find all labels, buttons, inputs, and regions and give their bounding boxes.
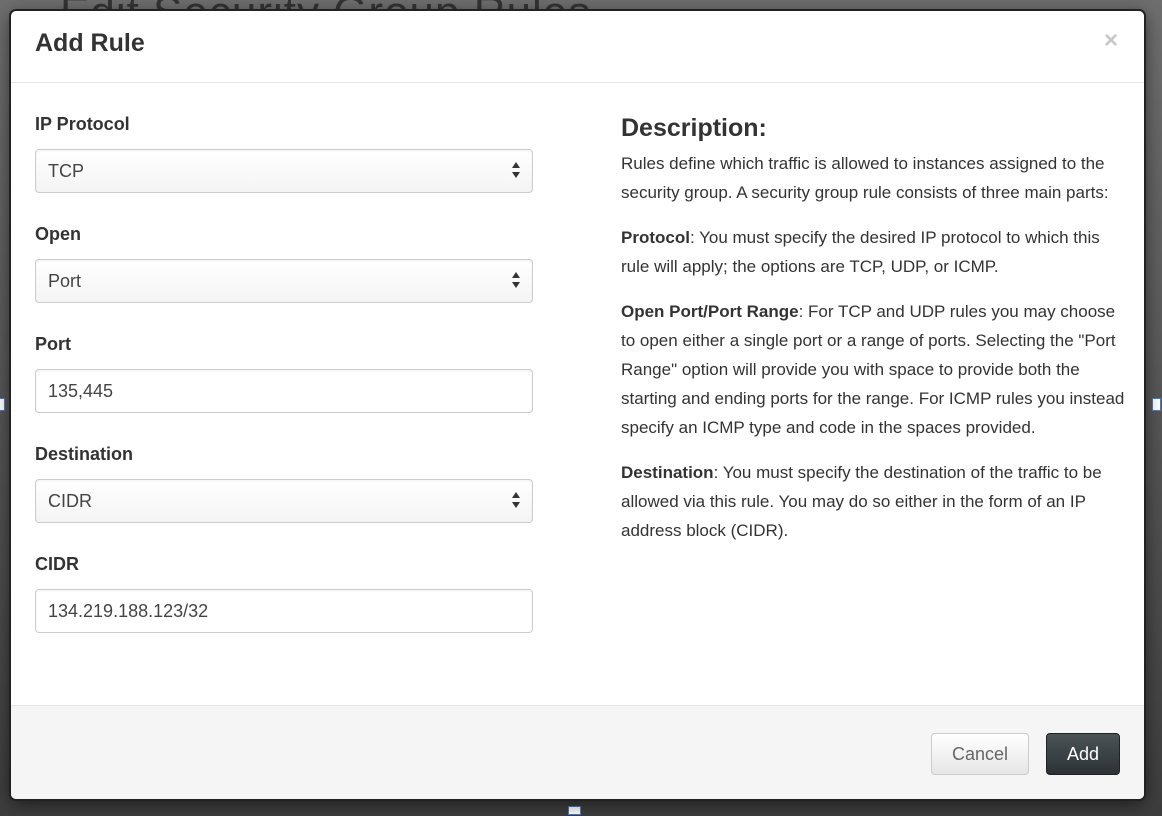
add-rule-dialog: Add Rule × IP Protocol TCP Open Port Por… [11, 11, 1144, 799]
destination-select[interactable]: CIDR [35, 479, 533, 523]
open-term: Open Port/Port Range [621, 302, 799, 321]
description-protocol: Protocol: You must specify the desired I… [621, 223, 1131, 281]
ip-protocol-value: TCP [48, 161, 84, 181]
open-value: Port [48, 271, 82, 291]
open-group: Open Port [35, 221, 533, 303]
open-text: : For TCP and UDP rules you may choose t… [621, 302, 1125, 437]
description-heading: Description: [621, 114, 767, 142]
description-open: Open Port/Port Range: For TCP and UDP ru… [621, 297, 1131, 442]
cidr-label: CIDR [35, 554, 79, 574]
port-group: Port 135,445 [35, 331, 533, 413]
rule-form: IP Protocol TCP Open Port Port 135,445 D… [35, 111, 533, 661]
resize-handle-bottom[interactable] [568, 806, 581, 815]
cidr-input[interactable]: 134.219.188.123/32 [35, 589, 533, 633]
ip-protocol-group: IP Protocol TCP [35, 111, 533, 193]
select-arrows-icon [512, 269, 522, 293]
ip-protocol-label: IP Protocol [35, 114, 130, 134]
description-destination: Destination: You must specify the destin… [621, 458, 1131, 545]
port-value: 135,445 [48, 381, 114, 401]
select-arrows-icon [512, 489, 522, 513]
protocol-text: : You must specify the desired IP protoc… [621, 228, 1100, 276]
resize-handle-left[interactable] [0, 398, 5, 411]
dialog-title: Add Rule [35, 29, 145, 57]
destination-value: CIDR [48, 491, 92, 511]
dialog-header: Add Rule × [11, 11, 1144, 83]
cidr-value: 134.219.188.123/32 [48, 601, 209, 621]
dialog-footer: Cancel Add [11, 705, 1144, 799]
ip-protocol-select[interactable]: TCP [35, 149, 533, 193]
close-icon[interactable]: × [1104, 29, 1118, 53]
open-select[interactable]: Port [35, 259, 533, 303]
description-panel: Description: Rules define which traffic … [621, 114, 1131, 561]
cancel-button[interactable]: Cancel [931, 733, 1029, 775]
port-input[interactable]: 135,445 [35, 369, 533, 413]
open-label: Open [35, 224, 82, 244]
select-arrows-icon [512, 159, 522, 183]
resize-handle-right[interactable] [1152, 398, 1161, 411]
destination-term: Destination [621, 463, 714, 482]
cidr-group: CIDR 134.219.188.123/32 [35, 551, 533, 633]
destination-group: Destination CIDR [35, 441, 533, 523]
description-intro: Rules define which traffic is allowed to… [621, 154, 1109, 202]
protocol-term: Protocol [621, 228, 690, 247]
destination-label: Destination [35, 444, 134, 464]
add-button[interactable]: Add [1046, 733, 1120, 775]
port-label: Port [35, 334, 71, 354]
